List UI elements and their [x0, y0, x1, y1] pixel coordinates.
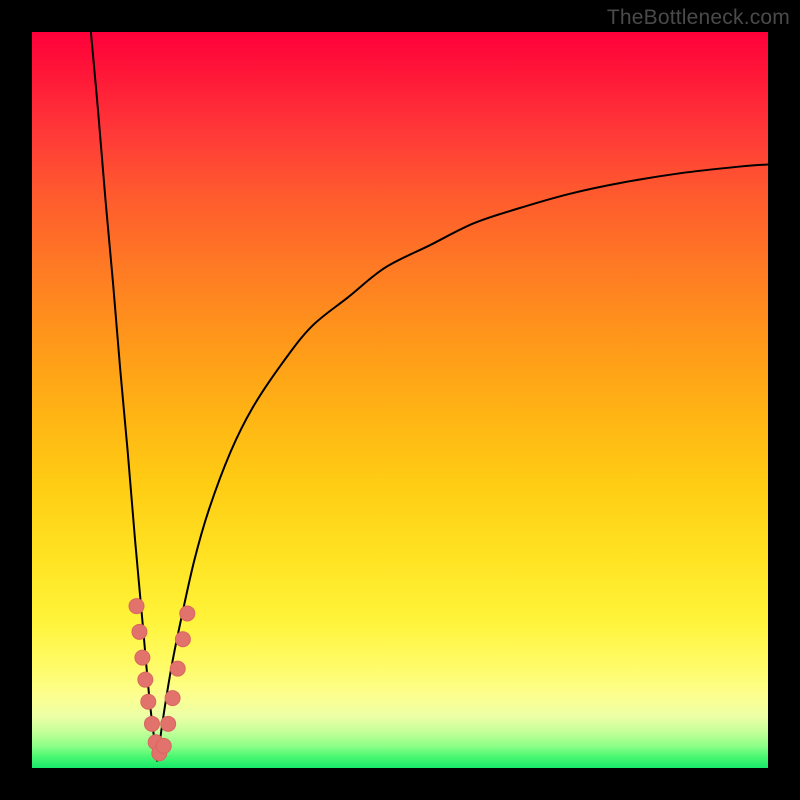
- valley-marker: [156, 738, 171, 753]
- chart-frame: TheBottleneck.com: [0, 0, 800, 800]
- valley-marker: [129, 599, 144, 614]
- bottleneck-curve: [91, 32, 768, 761]
- valley-markers: [129, 599, 195, 761]
- valley-marker: [138, 672, 153, 687]
- valley-marker: [180, 606, 195, 621]
- valley-marker: [165, 691, 180, 706]
- valley-marker: [141, 694, 156, 709]
- valley-marker: [132, 624, 147, 639]
- plot-area: [32, 32, 768, 768]
- valley-marker: [175, 632, 190, 647]
- attribution-text: TheBottleneck.com: [607, 6, 790, 30]
- valley-marker: [161, 716, 176, 731]
- curve-layer: [32, 32, 768, 768]
- valley-marker: [170, 661, 185, 676]
- valley-marker: [135, 650, 150, 665]
- curve-right-branch: [157, 164, 768, 760]
- valley-marker: [144, 716, 159, 731]
